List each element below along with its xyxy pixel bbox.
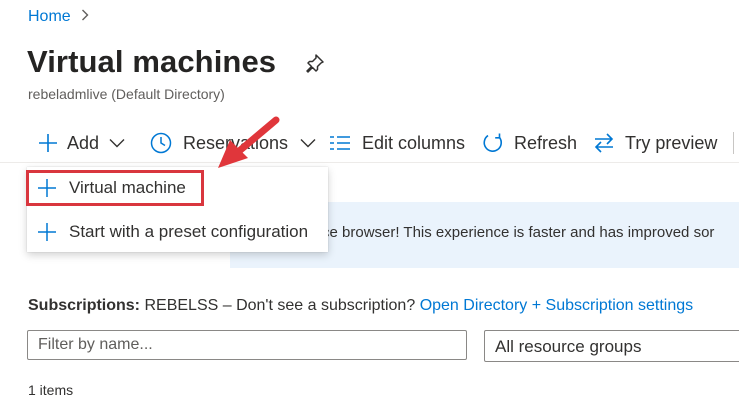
toolbar-separator [733, 132, 734, 154]
page-title: Virtual machines [27, 44, 277, 79]
page-subtitle: rebeladmlive (Default Directory) [28, 86, 225, 102]
refresh-icon [483, 133, 503, 152]
refresh-button[interactable]: Refresh [482, 126, 577, 160]
swap-arrows-icon [594, 133, 614, 153]
add-button[interactable]: Add [37, 126, 125, 160]
add-dropdown-menu: Virtual machine Start with a preset conf… [26, 167, 328, 252]
subscriptions-text: REBELSS – Don't see a subscription? [144, 297, 416, 314]
annotation-arrow-icon [210, 112, 290, 177]
breadcrumb-home-link[interactable]: Home [28, 8, 71, 26]
subscriptions-line: Subscriptions: REBELSS – Don't see a sub… [28, 297, 693, 315]
divider [0, 162, 739, 163]
columns-icon [330, 136, 350, 150]
try-preview-button-label: Try preview [625, 132, 718, 153]
subscription-settings-link[interactable]: Open Directory + Subscription settings [420, 297, 693, 314]
chevron-down-icon [109, 139, 125, 148]
edit-columns-button-label: Edit columns [362, 132, 466, 153]
filter-by-name-input[interactable] [27, 330, 467, 360]
chevron-right-icon [81, 8, 89, 26]
try-preview-button[interactable]: Try preview [593, 126, 717, 160]
add-button-label: Add [67, 132, 100, 153]
chevron-down-icon [300, 139, 316, 148]
plus-icon [39, 134, 57, 152]
results-count: 1 items [28, 382, 74, 398]
subscriptions-label: Subscriptions: [28, 297, 141, 314]
refresh-button-label: Refresh [514, 132, 578, 153]
command-bar: Add Reservations Edit columns Refresh Tr… [0, 126, 739, 160]
menu-item-preset-configuration[interactable]: Start with a preset configuration [27, 212, 328, 252]
info-banner-text: ce browser! This experience is faster an… [322, 224, 715, 241]
clock-icon [150, 132, 172, 154]
pin-icon[interactable] [305, 53, 325, 78]
edit-columns-button[interactable]: Edit columns [329, 126, 465, 160]
highlight-box [26, 170, 204, 206]
plus-icon [38, 223, 56, 241]
resource-group-select[interactable]: All resource groups [484, 330, 739, 362]
breadcrumb: Home [28, 8, 89, 26]
menu-item-label: Start with a preset configuration [69, 222, 309, 241]
